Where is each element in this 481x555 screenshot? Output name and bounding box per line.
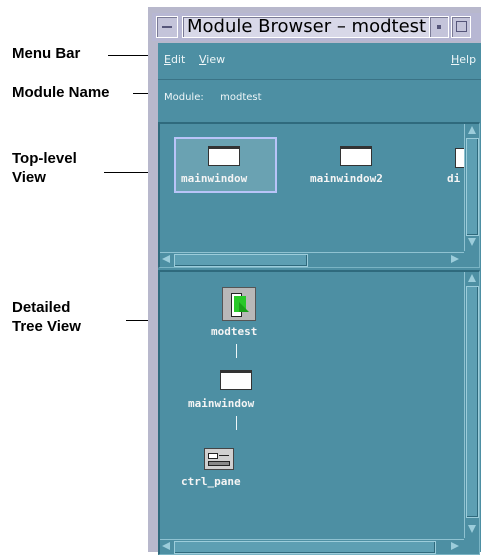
top-level-item-partial[interactable]: di — [447, 172, 463, 185]
title-bar[interactable]: Module Browser – modtest — [152, 13, 481, 41]
top-level-view-pane[interactable]: mainwindow mainwindow2 di — [158, 122, 480, 268]
top-level-item-mainwindow[interactable]: mainwindow — [181, 172, 247, 185]
scroll-thumb[interactable] — [174, 541, 436, 554]
tree-vertical-scrollbar[interactable] — [464, 272, 479, 538]
top-horizontal-scrollbar[interactable] — [160, 252, 464, 267]
module-browser-window: Module Browser – modtest Edit View Help … — [148, 7, 481, 555]
tree-node-ctrl-pane[interactable]: ctrl_pane — [181, 475, 241, 488]
top-level-item-mainwindow2[interactable]: mainwindow2 — [310, 172, 383, 185]
callout-module-name: Module Name — [12, 84, 110, 101]
detailed-tree-view-pane[interactable]: modtest mainwindow ctrl_pane — [158, 270, 480, 555]
scroll-down-icon[interactable] — [468, 238, 476, 246]
callout-menu-bar-leader — [108, 55, 148, 56]
window-menu-icon[interactable] — [156, 16, 178, 38]
scroll-up-icon[interactable] — [468, 126, 476, 134]
tree-node-modtest[interactable]: modtest — [211, 325, 257, 338]
scroll-right-icon[interactable] — [451, 255, 459, 263]
callout-top-level-view-leader — [104, 172, 148, 173]
window-icon[interactable] — [340, 146, 372, 166]
top-vertical-scrollbar[interactable] — [464, 124, 479, 251]
menu-view[interactable]: View — [199, 53, 225, 66]
module-icon[interactable] — [222, 287, 256, 321]
callout-module-name-leader — [133, 93, 148, 94]
minimize-icon[interactable] — [429, 16, 449, 38]
window-title: Module Browser – modtest — [182, 16, 432, 38]
callout-top-level-view: Top-level View — [12, 150, 77, 186]
scroll-thumb[interactable] — [174, 254, 308, 267]
module-name-line: Module: modtest — [164, 92, 262, 103]
tree-connector — [236, 344, 237, 358]
tree-node-mainwindow[interactable]: mainwindow — [188, 397, 254, 410]
module-label: Module: — [164, 92, 204, 103]
scroll-thumb[interactable] — [466, 286, 479, 518]
scroll-down-icon[interactable] — [468, 525, 476, 533]
scroll-right-icon[interactable] — [451, 542, 459, 550]
callout-menu-bar: Menu Bar — [12, 45, 81, 62]
menu-help[interactable]: Help — [451, 53, 476, 66]
maximize-icon[interactable] — [451, 16, 471, 38]
window-icon[interactable] — [220, 370, 252, 390]
scroll-up-icon[interactable] — [468, 274, 476, 282]
menu-edit[interactable]: Edit — [164, 53, 185, 66]
callout-detailed-tree-view: Detailed Tree View — [12, 299, 81, 335]
tree-connector — [236, 416, 237, 430]
scroll-thumb[interactable] — [466, 138, 479, 236]
control-pane-icon[interactable] — [204, 448, 234, 470]
menu-bar: Edit View Help — [158, 43, 481, 80]
module-name: modtest — [220, 92, 262, 103]
scroll-left-icon[interactable] — [162, 542, 170, 550]
window-body: Edit View Help Module: modtest mainwindo… — [158, 43, 481, 555]
scroll-left-icon[interactable] — [162, 255, 170, 263]
window-icon[interactable] — [208, 146, 240, 166]
